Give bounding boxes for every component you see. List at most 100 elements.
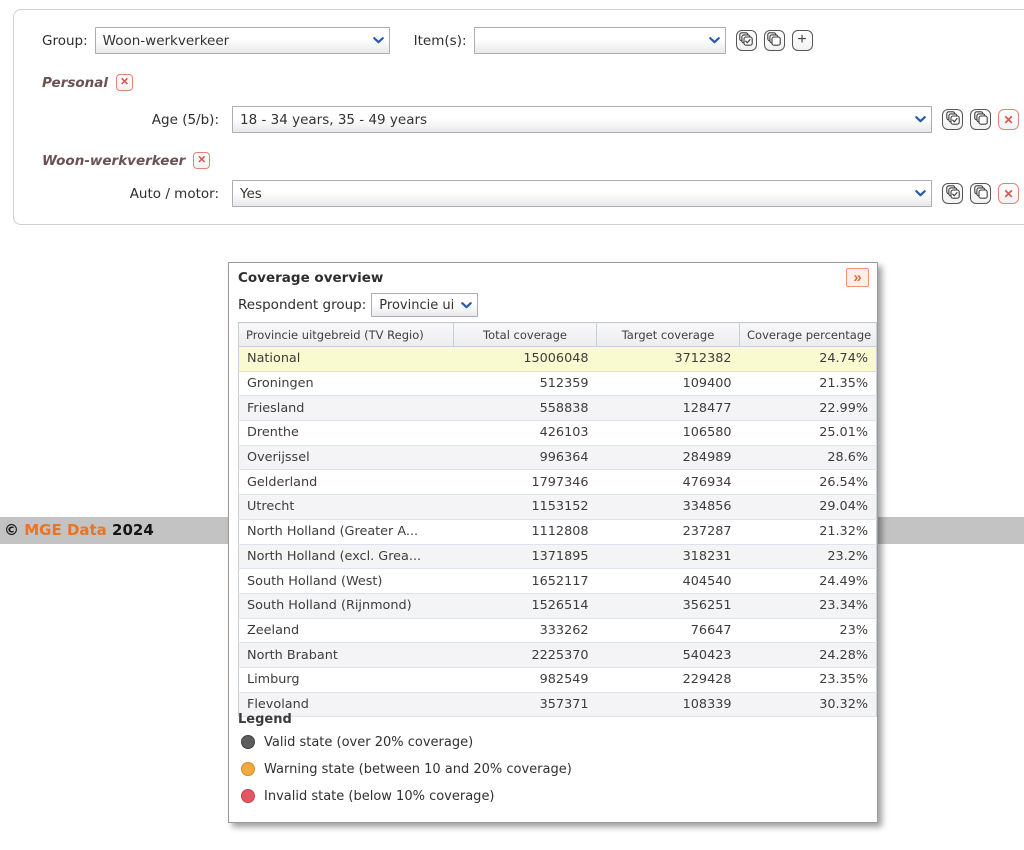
table-row[interactable]: North Brabant 2225370 540423 24.28% xyxy=(239,643,877,668)
copy-button[interactable] xyxy=(970,183,991,204)
coverage-percentage-cell: 24.74% xyxy=(740,347,877,372)
coverage-percentage-cell: 30.32% xyxy=(740,692,877,717)
total-coverage-cell: 2225370 xyxy=(454,643,597,668)
remove-personal-section-button[interactable]: ✕ xyxy=(116,74,133,91)
table-row[interactable]: South Holland (Rijnmond) 1526514 356251 … xyxy=(239,593,877,618)
region-cell: Gelderland xyxy=(239,470,454,495)
table-row[interactable]: North Holland (Greater A... 1112808 2372… xyxy=(239,519,877,544)
status-dot-icon xyxy=(241,762,255,776)
copyright-symbol: © xyxy=(4,521,19,539)
items-select[interactable] xyxy=(474,27,726,54)
close-icon: ✕ xyxy=(197,155,206,166)
table-row[interactable]: Groningen 512359 109400 21.35% xyxy=(239,371,877,396)
region-cell: North Holland (excl. Grea... xyxy=(239,544,454,569)
copy-button[interactable] xyxy=(970,109,991,130)
copy-check-button[interactable] xyxy=(942,183,963,204)
target-coverage-cell: 106580 xyxy=(597,421,740,446)
legend-item-label: Valid state (over 20% coverage) xyxy=(264,735,473,750)
column-header-target-coverage[interactable]: Target coverage xyxy=(597,323,740,347)
coverage-percentage-cell: 23% xyxy=(740,618,877,643)
legend-item-label: Warning state (between 10 and 20% covera… xyxy=(264,762,572,777)
filter-panel: Group: Woon-werkverkeer Item(s): + Perso… xyxy=(13,9,1024,225)
total-coverage-cell: 426103 xyxy=(454,421,597,446)
coverage-percentage-cell: 29.04% xyxy=(740,495,877,520)
copy-icon xyxy=(767,32,781,49)
respondent-group-value: Provincie uitgeb xyxy=(379,298,455,313)
age-label: Age (5/b): xyxy=(74,112,219,128)
total-coverage-cell: 1112808 xyxy=(454,519,597,544)
table-row[interactable]: Flevoland 357371 108339 30.32% xyxy=(239,692,877,717)
age-select-value: 18 - 34 years, 35 - 49 years xyxy=(240,112,909,128)
age-select[interactable]: 18 - 34 years, 35 - 49 years xyxy=(232,106,932,133)
table-row[interactable]: Friesland 558838 128477 22.99% xyxy=(239,396,877,421)
brand-name: MGE Data xyxy=(24,521,107,539)
total-coverage-cell: 1371895 xyxy=(454,544,597,569)
table-header-row: Provincie uitgebreid (TV Regio) Total co… xyxy=(239,323,877,347)
table-row[interactable]: Overijssel 996364 284989 28.6% xyxy=(239,445,877,470)
target-coverage-cell: 108339 xyxy=(597,692,740,717)
group-label: Group: xyxy=(42,33,88,49)
group-select[interactable]: Woon-werkverkeer xyxy=(95,27,390,54)
total-coverage-cell: 333262 xyxy=(454,618,597,643)
plus-icon: + xyxy=(797,32,806,48)
table-row[interactable]: Gelderland 1797346 476934 26.54% xyxy=(239,470,877,495)
section-title-woon-werkverkeer: Woon-werkverkeer xyxy=(42,153,185,169)
remove-auto-motor-filter-button[interactable]: ✕ xyxy=(998,183,1019,204)
target-coverage-cell: 109400 xyxy=(597,371,740,396)
coverage-percentage-cell: 21.32% xyxy=(740,519,877,544)
target-coverage-cell: 3712382 xyxy=(597,347,740,372)
auto-motor-select[interactable]: Yes xyxy=(232,180,932,207)
table-row[interactable]: National 15006048 3712382 24.74% xyxy=(239,347,877,372)
column-header-total-coverage[interactable]: Total coverage xyxy=(454,323,597,347)
region-cell: South Holland (Rijnmond) xyxy=(239,593,454,618)
status-dot-icon xyxy=(241,789,255,803)
copy-button[interactable] xyxy=(764,30,785,51)
copy-check-button[interactable] xyxy=(942,109,963,130)
chevron-down-icon xyxy=(373,37,384,44)
table-row[interactable]: Limburg 982549 229428 23.35% xyxy=(239,667,877,692)
column-header-coverage-percentage[interactable]: Coverage percentage xyxy=(740,323,877,347)
close-icon: ✕ xyxy=(120,77,129,88)
chevron-down-icon xyxy=(915,190,926,197)
region-cell: South Holland (West) xyxy=(239,569,454,594)
respondent-group-select[interactable]: Provincie uitgeb xyxy=(371,293,478,317)
table-row[interactable]: North Holland (excl. Grea... 1371895 318… xyxy=(239,544,877,569)
panel-title: Coverage overview xyxy=(238,270,383,286)
target-coverage-cell: 540423 xyxy=(597,643,740,668)
region-cell: National xyxy=(239,347,454,372)
target-coverage-cell: 318231 xyxy=(597,544,740,569)
copyright-text: © MGE Data 2024 xyxy=(4,517,154,544)
legend-item: Warning state (between 10 and 20% covera… xyxy=(241,760,572,778)
copy-icon xyxy=(974,111,988,128)
copy-check-icon xyxy=(946,185,960,202)
region-cell: North Brabant xyxy=(239,643,454,668)
remove-woon-werkverkeer-section-button[interactable]: ✕ xyxy=(193,152,210,169)
coverage-percentage-cell: 22.99% xyxy=(740,396,877,421)
expand-panel-button[interactable]: » xyxy=(846,268,869,287)
table-row[interactable]: Drenthe 426103 106580 25.01% xyxy=(239,421,877,446)
double-chevron-right-icon: » xyxy=(853,269,861,286)
legend-item: Invalid state (below 10% coverage) xyxy=(241,787,495,805)
region-cell: Groningen xyxy=(239,371,454,396)
target-coverage-cell: 404540 xyxy=(597,569,740,594)
chevron-down-icon xyxy=(709,37,720,44)
target-coverage-cell: 229428 xyxy=(597,667,740,692)
copyright-year: 2024 xyxy=(112,521,154,539)
table-row[interactable]: Zeeland 333262 76647 23% xyxy=(239,618,877,643)
legend-item-label: Invalid state (below 10% coverage) xyxy=(264,789,495,804)
region-cell: Friesland xyxy=(239,396,454,421)
target-coverage-cell: 76647 xyxy=(597,618,740,643)
remove-age-filter-button[interactable]: ✕ xyxy=(998,109,1019,130)
coverage-percentage-cell: 24.28% xyxy=(740,643,877,668)
target-coverage-cell: 334856 xyxy=(597,495,740,520)
table-row[interactable]: South Holland (West) 1652117 404540 24.4… xyxy=(239,569,877,594)
table-row[interactable]: Utrecht 1153152 334856 29.04% xyxy=(239,495,877,520)
respondent-group-label: Respondent group: xyxy=(238,297,366,313)
section-title-personal: Personal xyxy=(42,75,108,91)
total-coverage-cell: 1652117 xyxy=(454,569,597,594)
copy-check-button[interactable] xyxy=(736,30,757,51)
column-header-region[interactable]: Provincie uitgebreid (TV Regio) xyxy=(239,323,454,347)
add-item-button[interactable]: + xyxy=(792,30,813,51)
region-cell: Limburg xyxy=(239,667,454,692)
legend-title: Legend xyxy=(238,712,292,727)
